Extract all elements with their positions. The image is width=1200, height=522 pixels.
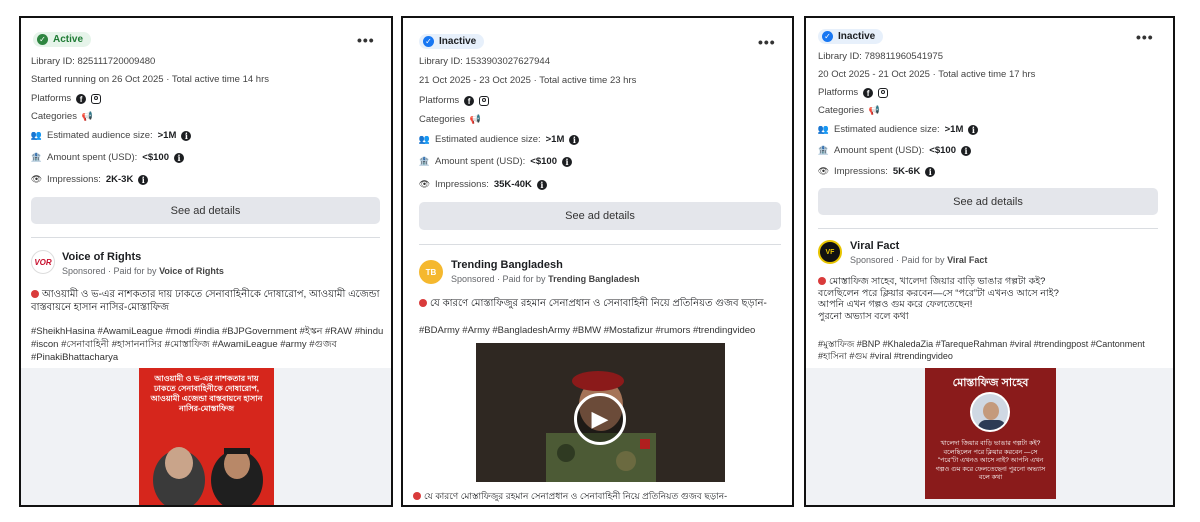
people-icon: 👥 bbox=[30, 130, 43, 140]
info-icon[interactable]: i bbox=[925, 166, 936, 177]
facebook-icon: f bbox=[76, 93, 87, 104]
avatar[interactable]: TB bbox=[419, 260, 443, 284]
impressions-row: 👁 Impressions: 5K-6K i bbox=[817, 166, 936, 177]
info-icon[interactable]: i bbox=[960, 145, 971, 156]
money-icon: 🏦 bbox=[418, 156, 431, 166]
ad-card-1: ✓ Active ••• Library ID: 825111720009480… bbox=[19, 16, 393, 507]
people-icon: 👥 bbox=[418, 134, 431, 144]
categories-row: Categories 📢 bbox=[419, 114, 482, 125]
video-caption: যে কারণে মোস্তাফিজুর রহমান সেনাপ্রধান ও … bbox=[413, 489, 727, 504]
ad-poster-image[interactable]: মোস্তাফিজ সাহেব খালেদা জিয়ার বাড়ি ভাঙা… bbox=[925, 368, 1056, 499]
money-icon: 🏦 bbox=[817, 145, 830, 155]
audience-row: 👥 Estimated audience size: >1M i bbox=[30, 130, 192, 141]
ad-body: মোস্তাফিজ সাহেব, খালেদা জিয়ার বাড়ি ভাঙ… bbox=[818, 276, 1059, 322]
spent-row: 🏦 Amount spent (USD): <$100 i bbox=[31, 152, 184, 163]
poster-portraits bbox=[153, 447, 263, 505]
people-icon: 👥 bbox=[817, 124, 830, 134]
categories-row: Categories 📢 bbox=[818, 105, 881, 116]
impressions-row: 👁 Impressions: 2K-3K i bbox=[30, 174, 149, 185]
audience-row: 👥 Estimated audience size: >1M i bbox=[418, 134, 580, 145]
info-circle-icon: ✓ bbox=[822, 31, 833, 42]
categories-row: Categories 📢 bbox=[31, 111, 94, 122]
more-options-button[interactable]: ••• bbox=[357, 32, 375, 48]
video-thumbnail[interactable]: ▶ bbox=[476, 343, 725, 482]
poster-title: মোস্তাফিজ সাহেব bbox=[952, 377, 1029, 389]
megaphone-icon: 📢 bbox=[868, 105, 881, 115]
facebook-icon: f bbox=[464, 95, 475, 106]
check-circle-icon: ✓ bbox=[37, 34, 48, 45]
see-ad-details-button[interactable]: See ad details bbox=[818, 188, 1158, 215]
sponsored-line: Sponsored · Paid for by Trending Banglad… bbox=[451, 274, 640, 284]
divider bbox=[419, 244, 781, 245]
hashtags[interactable]: #মুস্তাফিজ #BNP #KhaledaZia #TarequeRahm… bbox=[818, 338, 1170, 362]
instagram-icon bbox=[91, 93, 102, 104]
run-info: 20 Oct 2025 - 21 Oct 2025 · Total active… bbox=[818, 69, 1036, 80]
more-options-button[interactable]: ••• bbox=[758, 34, 776, 50]
info-icon[interactable]: i bbox=[968, 124, 979, 135]
play-icon[interactable]: ▶ bbox=[574, 393, 626, 445]
see-ad-details-button[interactable]: See ad details bbox=[419, 202, 781, 230]
avatar[interactable]: VOR bbox=[31, 250, 55, 274]
page-name[interactable]: Viral Fact bbox=[850, 240, 899, 252]
red-circle-icon bbox=[413, 492, 421, 500]
red-circle-icon bbox=[419, 299, 427, 307]
spent-row: 🏦 Amount spent (USD): <$100 i bbox=[818, 145, 971, 156]
info-circle-icon: ✓ bbox=[423, 36, 434, 47]
hashtags[interactable]: #SheikhHasina #AwamiLeague #modi #india … bbox=[31, 325, 386, 364]
info-icon[interactable]: i bbox=[173, 152, 184, 163]
eye-icon: 👁 bbox=[30, 174, 43, 184]
run-info: 21 Oct 2025 - 23 Oct 2025 · Total active… bbox=[419, 75, 637, 86]
status-badge: ✓ Active bbox=[33, 32, 92, 47]
poster-text: খালেদা জিয়ার বাড়ি ভাঙার গল্পটা কই? বলে… bbox=[935, 440, 1046, 481]
eye-icon: 👁 bbox=[418, 179, 431, 189]
ad-body: যে কারণে মোস্তাফিজুর রহমান সেনাপ্রধান ও … bbox=[419, 297, 789, 310]
divider bbox=[31, 237, 380, 238]
ad-card-3: ✓ Inactive ••• Library ID: 7898119605419… bbox=[804, 16, 1175, 507]
divider bbox=[818, 228, 1158, 229]
library-id: Library ID: 789811960541975 bbox=[818, 51, 944, 62]
see-ad-details-button[interactable]: See ad details bbox=[31, 197, 380, 224]
poster-portrait bbox=[970, 392, 1010, 432]
page-name[interactable]: Trending Bangladesh bbox=[451, 259, 563, 271]
page-name[interactable]: Voice of Rights bbox=[62, 251, 141, 263]
platforms-row: Platforms f bbox=[419, 95, 490, 106]
library-id: Library ID: 1533903027627944 bbox=[419, 56, 550, 67]
eye-icon: 👁 bbox=[817, 166, 830, 176]
platforms-row: Platforms f bbox=[818, 87, 889, 98]
red-circle-icon bbox=[31, 290, 39, 298]
library-id: Library ID: 825111720009480 bbox=[31, 56, 156, 67]
ad-card-2: ✓ Inactive ••• Library ID: 1533903027627… bbox=[401, 16, 794, 507]
sponsored-line: Sponsored · Paid for by Viral Fact bbox=[850, 255, 988, 265]
money-icon: 🏦 bbox=[30, 152, 43, 162]
instagram-icon bbox=[479, 95, 490, 106]
status-badge: ✓ Inactive bbox=[419, 34, 485, 49]
facebook-icon: f bbox=[863, 87, 874, 98]
spent-row: 🏦 Amount spent (USD): <$100 i bbox=[419, 156, 572, 167]
info-icon[interactable]: i bbox=[569, 134, 580, 145]
sponsored-line: Sponsored · Paid for by Voice of Rights bbox=[62, 266, 224, 276]
audience-row: 👥 Estimated audience size: >1M i bbox=[817, 124, 979, 135]
hashtags[interactable]: #BDArmy #Army #BangladeshArmy #BMW #Most… bbox=[419, 324, 789, 337]
info-icon[interactable]: i bbox=[536, 179, 547, 190]
ad-body: আওয়ামী ও ভ-এর নাশকতার দায় ঢাকতে সেনাবা… bbox=[31, 289, 380, 313]
status-badge: ✓ Inactive bbox=[818, 29, 884, 44]
more-options-button[interactable]: ••• bbox=[1136, 29, 1154, 45]
run-info: Started running on 26 Oct 2025 · Total a… bbox=[31, 74, 269, 85]
info-icon[interactable]: i bbox=[181, 130, 192, 141]
platforms-row: Platforms f bbox=[31, 93, 102, 104]
avatar[interactable]: VF bbox=[818, 240, 842, 264]
instagram-icon bbox=[878, 87, 889, 98]
info-icon[interactable]: i bbox=[561, 156, 572, 167]
ad-poster-image[interactable]: আওয়ামী ও ভ-এর নাশকতার দায় ঢাকতে সেনাবা… bbox=[139, 368, 274, 505]
megaphone-icon: 📢 bbox=[469, 114, 482, 124]
red-circle-icon bbox=[818, 277, 826, 285]
impressions-row: 👁 Impressions: 35K-40K i bbox=[419, 179, 547, 190]
megaphone-icon: 📢 bbox=[81, 111, 94, 121]
info-icon[interactable]: i bbox=[138, 174, 149, 185]
